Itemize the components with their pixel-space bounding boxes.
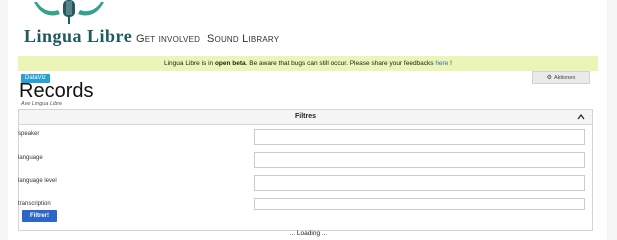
transcription-input[interactable] (254, 198, 585, 210)
banner-feedback-link[interactable]: here (435, 60, 448, 67)
page-subtitle: Ave Lingua Libre (21, 101, 63, 107)
nav-get-involved[interactable]: Get involved (136, 33, 200, 45)
actions-button[interactable]: ⚙ Aktionen (532, 71, 590, 84)
gear-icon: ⚙ (546, 75, 552, 81)
brand-title[interactable]: Lingua Libre (24, 26, 132, 47)
logo-icon[interactable] (26, 0, 112, 24)
speaker-input[interactable] (254, 129, 585, 145)
brand-text: Lingua Libre (24, 26, 133, 46)
speaker-label: speaker (18, 131, 40, 137)
language-level-input[interactable] (254, 175, 585, 191)
loading-status: ... Loading ... (289, 230, 328, 237)
transcription-label: transcription (18, 201, 51, 207)
actions-label: Aktionen (553, 75, 576, 81)
page-title: Records (19, 80, 94, 102)
beta-banner: Lingua Libre is in open beta. Be aware t… (18, 56, 598, 71)
chevron-up-icon[interactable] (577, 110, 585, 124)
banner-text-prefix: Lingua Libre is in (164, 60, 215, 67)
banner-text-bold: open beta (214, 60, 246, 67)
filter-submit-button[interactable]: Filtrer! (22, 210, 57, 222)
filters-header[interactable]: Filtres (19, 110, 592, 125)
language-label: language (18, 155, 43, 161)
language-level-label: language level (18, 178, 57, 184)
filters-panel: Filtres (18, 109, 593, 231)
nav-sound-library[interactable]: Sound Library (207, 33, 279, 45)
language-input[interactable] (254, 152, 585, 168)
filters-title: Filtres (294, 113, 316, 120)
banner-text-suffix: ! (448, 60, 452, 67)
banner-text-middle: . Be aware that bugs can still occur. Pl… (245, 60, 436, 67)
